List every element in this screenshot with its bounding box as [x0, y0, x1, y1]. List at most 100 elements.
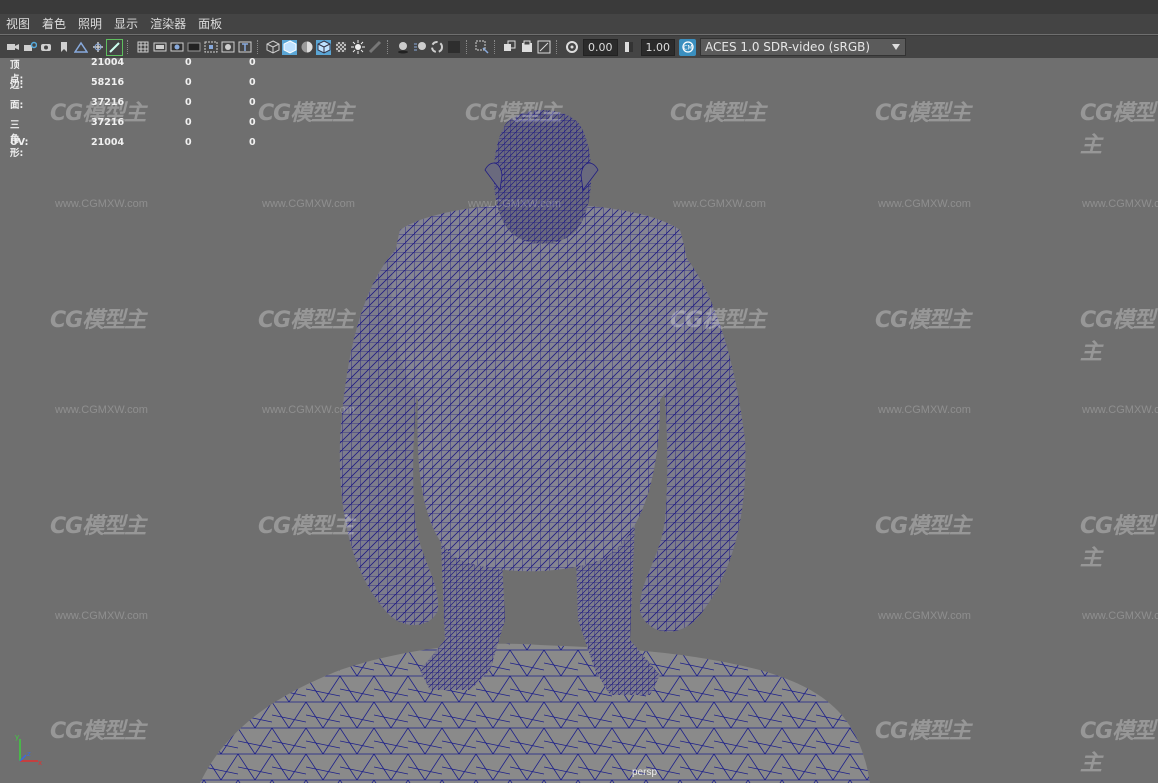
xray-active-icon[interactable]	[502, 40, 517, 55]
menu-shading[interactable]: 着色	[36, 14, 72, 34]
smooth-shade-icon[interactable]	[282, 39, 297, 55]
watermark-url: www.CGMXW.com	[468, 198, 561, 210]
frame-icon[interactable]	[536, 40, 551, 55]
component-icon[interactable]	[519, 40, 534, 55]
watermark-url: www.CGMXW.com	[673, 198, 766, 210]
watermark-url: www.CGMXW.com	[1082, 404, 1158, 416]
xray-joints-icon[interactable]	[474, 40, 489, 55]
watermark-logo: CG模型主	[258, 514, 354, 539]
wireframe-on-shaded-icon[interactable]	[316, 39, 331, 55]
ambient-occlusion-icon[interactable]	[395, 40, 410, 55]
camera-lock-icon[interactable]	[22, 40, 37, 55]
image-plane-icon[interactable]	[73, 40, 88, 55]
bookmark-icon[interactable]	[56, 40, 71, 55]
svg-text:CM: CM	[683, 45, 692, 52]
gamma-icon[interactable]	[622, 40, 637, 55]
xray-icon[interactable]	[333, 40, 348, 55]
watermark-url: www.CGMXW.com	[55, 610, 148, 622]
watermark-logo: CG模型主	[875, 308, 971, 333]
hud-value: 0	[185, 77, 192, 88]
watermark-logo: CG模型主	[875, 719, 971, 744]
use-default-material-icon[interactable]	[299, 40, 314, 55]
watermark-logo: CG模型主	[875, 514, 971, 539]
hud-value: 0	[185, 137, 192, 148]
watermark-url: www.CGMXW.com	[878, 404, 971, 416]
shadows-icon[interactable]	[367, 40, 382, 55]
all-lights-icon[interactable]	[350, 40, 365, 55]
motion-blur-icon[interactable]	[412, 40, 427, 55]
field-chart-icon[interactable]	[203, 40, 218, 55]
watermark-url: www.CGMXW.com	[262, 198, 355, 210]
watermark-logo: CG模型主	[875, 101, 971, 126]
axis-y-label: y	[15, 733, 19, 741]
hud-value: 0	[249, 97, 256, 108]
toolbar-separator	[257, 40, 260, 54]
colorspace-value: ACES 1.0 SDR-video (sRGB)	[705, 40, 871, 54]
resolution-gate-icon[interactable]	[169, 40, 184, 55]
wireframe-scene	[200, 110, 870, 783]
watermark-logo: CG模型主	[670, 101, 766, 126]
watermark-url: www.CGMXW.com	[55, 198, 148, 210]
menu-panels[interactable]: 面板	[192, 14, 228, 34]
hud-value: 0	[249, 137, 256, 148]
isolate-select-icon[interactable]	[446, 40, 461, 55]
watermark-url: www.CGMXW.com	[55, 404, 148, 416]
axis-z-label: z	[27, 750, 31, 758]
watermark-logo: CG模型主	[50, 719, 146, 744]
toolbar-separator	[556, 40, 559, 54]
hud-label: 边:	[10, 80, 24, 91]
perspective-viewport[interactable]: CG模型主 CG模型主 CG模型主 CG模型主 CG模型主 CG模型主 www.…	[0, 57, 1158, 783]
rock-mesh	[200, 643, 870, 783]
exposure-field[interactable]: 0.00	[583, 38, 618, 56]
toolbar-separator	[466, 40, 469, 54]
grid-icon[interactable]	[135, 40, 150, 55]
watermark-logo: CG模型主	[1080, 719, 1155, 776]
hud-value: 0	[249, 117, 256, 128]
watermark-logo: CG模型主	[50, 308, 146, 333]
wireframe-icon[interactable]	[265, 40, 280, 55]
watermark-url: www.CGMXW.com	[878, 610, 971, 622]
menu-view[interactable]: 视图	[0, 14, 36, 34]
safe-title-icon[interactable]	[237, 40, 252, 55]
hud-value: 0	[185, 97, 192, 108]
hud-value: 0	[249, 57, 256, 68]
grease-pencil-icon[interactable]	[106, 38, 123, 56]
hud-value: 37216	[91, 117, 125, 128]
panel-menu-bar: 视图 着色 照明 显示 渲染器 面板	[0, 14, 1158, 34]
watermark-logo: CG模型主	[1080, 308, 1155, 365]
axis-gizmo: y x z	[15, 733, 42, 767]
safe-action-icon[interactable]	[220, 40, 235, 55]
film-gate-icon[interactable]	[152, 40, 167, 55]
hud-value: 21004	[91, 57, 125, 68]
menu-lighting[interactable]: 照明	[72, 14, 108, 34]
axis-x-label: x	[38, 759, 42, 767]
maya-viewport-window: 视图 着色 照明 显示 渲染器 面板 0.00 1.00 CM ACES 1.0…	[0, 0, 1158, 783]
menu-show[interactable]: 显示	[108, 14, 144, 34]
toolbar-separator	[127, 40, 130, 54]
camera-name-label: persp	[632, 767, 658, 778]
watermark-url: www.CGMXW.com	[1082, 198, 1158, 210]
anti-aliasing-icon[interactable]	[429, 40, 444, 55]
camera-icon[interactable]	[5, 40, 20, 55]
hud-value: 21004	[91, 137, 125, 148]
menu-renderer[interactable]: 渲染器	[144, 14, 192, 34]
color-management-icon[interactable]: CM	[679, 38, 696, 56]
colorspace-dropdown[interactable]: ACES 1.0 SDR-video (sRGB)	[700, 38, 906, 56]
toolbar-separator	[494, 40, 497, 54]
watermark-url: www.CGMXW.com	[1082, 610, 1158, 622]
watermark-logo: CG模型主	[465, 101, 561, 126]
watermark-logo: CG模型主	[1080, 514, 1155, 571]
2d-pan-icon[interactable]	[90, 40, 105, 55]
gate-mask-icon[interactable]	[186, 40, 201, 55]
panel-toolbar: 0.00 1.00 CM ACES 1.0 SDR-video (sRGB)	[0, 35, 1158, 58]
watermark-url: www.CGMXW.com	[262, 404, 355, 416]
hud-label: UV:	[10, 137, 29, 148]
camera-attr-icon[interactable]	[39, 40, 54, 55]
hud-value: 37216	[91, 97, 125, 108]
hud-label: 面:	[10, 100, 24, 111]
title-strip	[0, 0, 1158, 15]
watermark-logo: CG模型主	[258, 308, 354, 333]
exposure-icon[interactable]	[564, 40, 579, 55]
gamma-field[interactable]: 1.00	[640, 38, 675, 56]
watermark-url: www.CGMXW.com	[878, 198, 971, 210]
